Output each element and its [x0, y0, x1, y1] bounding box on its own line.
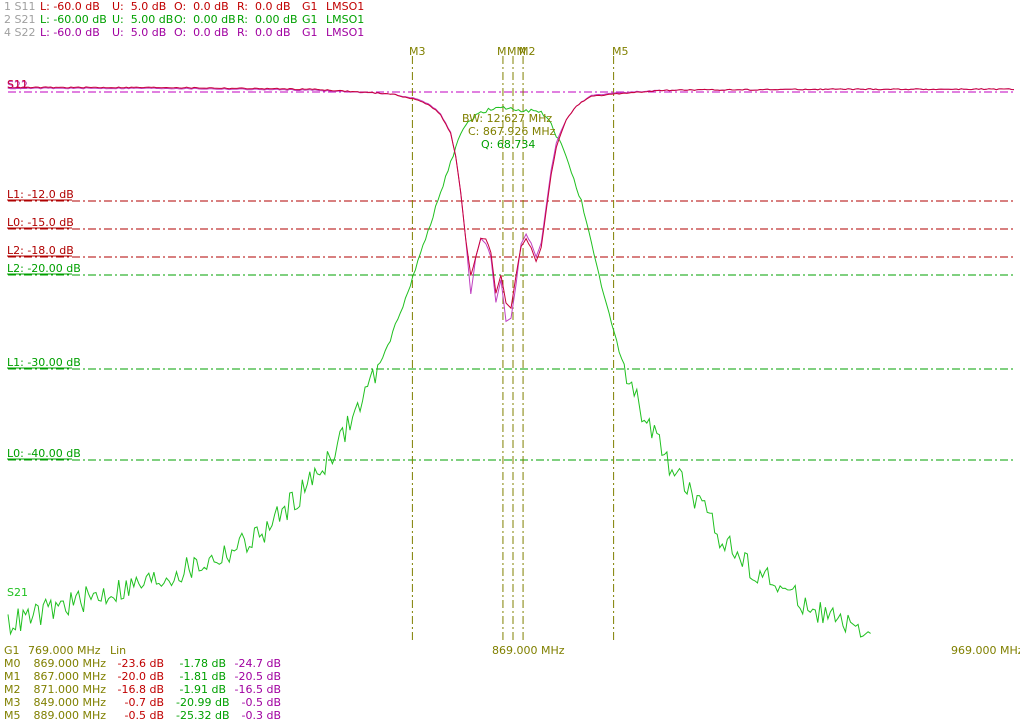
bw-value: BW: 12.627 MHz [462, 112, 552, 125]
trace-label-s11: S11 [7, 78, 28, 91]
plot-area[interactable]: L1: -12.0 dB L0: -15.0 dB L2: -18.0 dB L2: … [0, 0, 1020, 726]
marker-table-freq: 889.000 MHz [33, 709, 106, 722]
marker-table-freq: 869.000 MHz [33, 657, 106, 670]
limit-line-label: L2: -20.00 dB [7, 262, 81, 275]
center-value: C: 867.926 MHz [468, 125, 556, 138]
marker-table-name: M5 [4, 709, 21, 722]
limit-line-label: L0: -40.00 dB [7, 447, 81, 460]
marker-table-name: M2 [4, 683, 21, 696]
marker-table-s11: -0.7 dB [124, 696, 165, 709]
marker-table-freq: 849.000 MHz [33, 696, 106, 709]
marker-table-s11: -23.6 dB [117, 657, 165, 670]
marker-table-s22: -20.5 dB [234, 670, 282, 683]
marker-table-name: M3 [4, 696, 21, 709]
limit-line-label: L1: -12.0 dB [7, 188, 74, 201]
axis-center: 869.000 MHz [492, 644, 565, 657]
marker-table-name: M1 [4, 670, 21, 683]
marker-label: M2 [519, 45, 536, 58]
marker-label: M5 [612, 45, 629, 58]
marker-label: M [497, 45, 507, 58]
marker-label: M3 [409, 45, 426, 58]
marker-table-s22: -24.7 dB [234, 657, 282, 670]
marker-table-s21: -20.99 dB [176, 696, 230, 709]
trace-label-s21: S21 [7, 586, 28, 599]
limit-line-label: L2: -18.0 dB [7, 244, 74, 257]
marker-table-freq: 867.000 MHz [33, 670, 106, 683]
axis-stop: 969.000 MHz [951, 644, 1020, 657]
q-value: Q: 68.734 [481, 138, 535, 151]
axis-group: G1 [4, 644, 20, 657]
trace-s21 [7, 106, 871, 638]
marker-table-s22: -16.5 dB [234, 683, 282, 696]
marker-table-s21: -1.91 dB [179, 683, 227, 696]
marker-table-s11: -16.8 dB [117, 683, 165, 696]
limit-line-label: L1: -30.00 dB [7, 356, 81, 369]
axis-row: G1 769.000 MHz Lin 869.000 MHz 969.000 M… [4, 644, 1020, 657]
axis-start: 769.000 MHz [28, 644, 101, 657]
marker-table-s21: -1.81 dB [179, 670, 227, 683]
marker-table-s21: -1.78 dB [179, 657, 227, 670]
axis-scale: Lin [110, 644, 127, 657]
marker-table-s21: -25.32 dB [176, 709, 230, 722]
marker-table-s22: -0.5 dB [241, 696, 282, 709]
marker-table-s11: -0.5 dB [124, 709, 165, 722]
limit-line-label: L0: -15.0 dB [7, 216, 74, 229]
marker-table-freq: 871.000 MHz [33, 683, 106, 696]
marker-table-s11: -20.0 dB [117, 670, 165, 683]
marker-table-name: M0 [4, 657, 21, 670]
marker-table-s22: -0.3 dB [241, 709, 282, 722]
